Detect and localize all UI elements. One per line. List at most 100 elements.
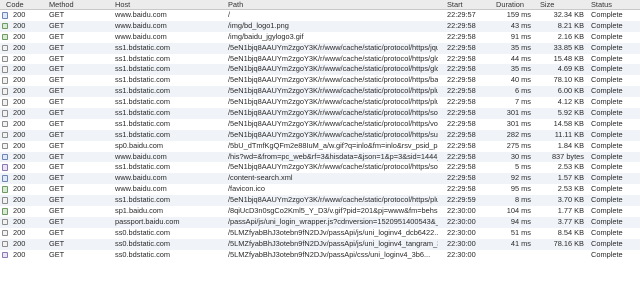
table-row[interactable]: 200 GET ss1.bdstatic.com/5eN1bjq8AAUYm2zgo…	[0, 54, 640, 65]
cell-method: GET	[49, 108, 65, 118]
cell-status: Complete	[591, 249, 623, 259]
cell-status: Complete	[591, 129, 623, 139]
script-file-icon	[2, 88, 8, 95]
cell-path: /5eN1bjq8AAUYm2zgoY3K/r/www/cache/static…	[228, 97, 438, 107]
cell-host: ss1.bdstatic.com	[115, 162, 171, 172]
cell-host: ss1.bdstatic.com	[115, 97, 171, 107]
cell-code: 200	[13, 75, 26, 85]
script-file-icon	[2, 55, 8, 63]
table-row[interactable]: 200 GET ss1.bdstatic.com/5eN1bjq8AAUYm2zgo…	[0, 42, 640, 54]
cell-status: Complete	[591, 140, 623, 150]
table-row[interactable]: 200 GET ss1.bdstatic.com/5eN1bjq8AAUYm2zgo…	[0, 64, 640, 76]
cell-code: 200	[13, 118, 26, 128]
cell-method: GET	[49, 151, 65, 161]
table-row[interactable]: 200 GET ss1.bdstatic.com/5eN1bjq8AAUYm2zgo…	[0, 97, 640, 108]
cell-code: 200	[13, 173, 26, 183]
column-header-status[interactable]: Status	[591, 0, 612, 9]
table-row[interactable]: 200 GET ss0.bdstatic.com/5LMZfyabBhJ3otebn…	[0, 238, 640, 250]
script-file-icon	[2, 110, 8, 117]
table-row[interactable]: 200 GET ss1.bdstatic.com/5eN1bjq8AAUYm2zgo…	[0, 108, 640, 119]
cell-duration: 159 ms	[506, 10, 531, 19]
cell-code: 200	[13, 10, 26, 19]
column-header-size[interactable]: Size	[540, 0, 554, 9]
table-row[interactable]: 200 GET www.baidu.com/img/bd_logo1.png 22:2…	[0, 20, 640, 32]
html-file-icon	[2, 175, 8, 182]
cell-duration: 6 ms	[514, 86, 531, 96]
cell-method: GET	[49, 53, 65, 63]
cell-path: /his?wd=&from=pc_web&rf=3&hisdata=&json=…	[228, 151, 438, 161]
cell-duration: 40 ms	[510, 75, 531, 85]
cell-start: 22:29:57	[447, 10, 476, 19]
cell-code: 200	[13, 42, 26, 52]
table-row[interactable]: 200 GET sp0.baidu.com/5bU_dTmfKgQFm2e88IuM…	[0, 141, 640, 152]
cell-status: Complete	[591, 97, 623, 107]
cell-duration: 43 ms	[510, 20, 531, 30]
html-file-icon	[2, 153, 8, 161]
table-row[interactable]: 200 GET ss1.bdstatic.com/5eN1bjq8AAUYm2zgo…	[0, 75, 640, 86]
script-file-icon	[2, 229, 8, 237]
cell-start: 22:29:58	[447, 97, 476, 107]
request-table: Code Method Host Path Start Duration Siz…	[0, 0, 640, 260]
cell-method: GET	[49, 75, 65, 85]
cell-code: 200	[13, 31, 26, 41]
cell-size: 3.77 KB	[557, 216, 584, 226]
cell-duration: 7 ms	[514, 97, 531, 107]
cell-code: 200	[13, 195, 26, 205]
table-row[interactable]: 200 GET ss0.bdstatic.com/5LMZfyabBhJ3otebn…	[0, 250, 640, 261]
cell-status: Complete	[591, 75, 623, 85]
column-header-code[interactable]: Code	[6, 0, 24, 9]
cell-start: 22:29:58	[447, 42, 476, 52]
cell-path: /	[228, 10, 231, 19]
column-header-path[interactable]: Path	[228, 0, 243, 9]
cell-size: 32.34 KB	[553, 10, 584, 19]
table-row[interactable]: 200 GET www.baidu.com/favicon.ico 22:29:58 9…	[0, 184, 640, 195]
table-row[interactable]: 200 GET passport.baidu.com/passApi/js/uni_…	[0, 216, 640, 228]
cell-start: 22:29:58	[447, 118, 476, 128]
table-row[interactable]: 200 GET ss1.bdstatic.com/5eN1bjq8AAUYm2zgo…	[0, 119, 640, 130]
cell-host: ss1.bdstatic.com	[115, 195, 171, 205]
table-row[interactable]: 200 GET ss1.bdstatic.com/5eN1bjq8AAUYm2zgo…	[0, 86, 640, 98]
cell-start: 22:29:58	[447, 184, 476, 194]
table-row[interactable]: 200 GET ss1.bdstatic.com/5eN1bjq8AAUYm2zgo…	[0, 129, 640, 141]
table-row[interactable]: 200 GET www.baidu.com/his?wd=&from=pc_web&…	[0, 151, 640, 163]
cell-path: /5LMZfyabBhJ3otebn9fN2DJv/passApi/css/un…	[228, 249, 431, 259]
css-file-icon	[2, 251, 8, 259]
cell-duration: 282 ms	[506, 129, 531, 139]
cell-method: GET	[49, 10, 65, 19]
cell-size: 5.92 KB	[557, 108, 584, 118]
cell-start: 22:30:00	[447, 227, 476, 237]
cell-method: GET	[49, 86, 65, 96]
cell-path: /5eN1bjq8AAUYm2zgoY3K/r/www/cache/static…	[228, 42, 438, 52]
cell-size: 6.00 KB	[557, 86, 584, 96]
column-header-host[interactable]: Host	[115, 0, 130, 9]
column-header-start[interactable]: Start	[447, 0, 463, 9]
cell-duration: 5 ms	[514, 162, 531, 172]
table-row[interactable]: 200 GET ss0.bdstatic.com/5LMZfyabBhJ3otebn…	[0, 228, 640, 239]
cell-status: Complete	[591, 227, 623, 237]
cell-host: ss1.bdstatic.com	[115, 53, 171, 63]
cell-size: 78.16 KB	[553, 238, 584, 248]
table-row[interactable]: 200 GET www.baidu.com / 22:29:57 159 ms 32.34 …	[0, 10, 640, 21]
script-file-icon	[2, 218, 8, 226]
cell-host: www.baidu.com	[115, 184, 167, 194]
table-row[interactable]: 200 GET www.baidu.com/img/baidu_jgylogo3.g…	[0, 32, 640, 43]
cell-path: /5LMZfyabBhJ3otebn9fN2DJv/passApi/js/uni…	[228, 238, 438, 248]
table-row[interactable]: 200 GET sp1.baidu.com/8qiUcD3n0sgCo2Kml5_Y…	[0, 206, 640, 217]
cell-status: Complete	[591, 184, 623, 194]
column-header-method[interactable]: Method	[49, 0, 74, 9]
cell-duration: 8 ms	[514, 195, 531, 205]
cell-method: GET	[49, 129, 65, 139]
cell-status: Complete	[591, 195, 623, 205]
cell-duration: 91 ms	[510, 31, 531, 41]
cell-method: GET	[49, 195, 65, 205]
table-row[interactable]: 200 GET www.baidu.com/content-search.xml 22…	[0, 173, 640, 185]
cell-status: Complete	[591, 64, 623, 74]
cell-duration: 92 ms	[510, 173, 531, 183]
table-row[interactable]: 200 GET ss1.bdstatic.com/5eN1bjq8AAUYm2zgo…	[0, 162, 640, 173]
table-row[interactable]: 200 GET ss1.bdstatic.com/5eN1bjq8AAUYm2zgo…	[0, 195, 640, 207]
cell-code: 200	[13, 129, 26, 139]
column-header-duration[interactable]: Duration	[496, 0, 524, 9]
cell-host: passport.baidu.com	[115, 216, 180, 226]
cell-host: ss1.bdstatic.com	[115, 86, 171, 96]
table-body: 200 GET www.baidu.com / 22:29:57 159 ms 32.34 …	[0, 10, 640, 260]
